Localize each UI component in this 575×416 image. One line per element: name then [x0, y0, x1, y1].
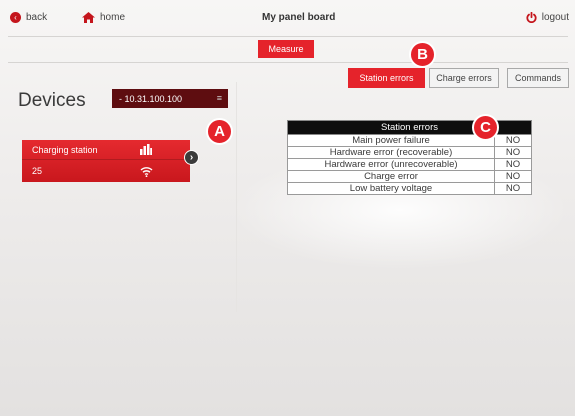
- error-value: NO: [494, 182, 532, 195]
- column-divider: [236, 82, 237, 312]
- error-label: Low battery voltage: [287, 182, 495, 195]
- home-icon: [82, 12, 95, 23]
- error-value: NO: [494, 158, 532, 171]
- logout-link[interactable]: logout: [526, 12, 569, 23]
- tab-commands[interactable]: Commands: [507, 68, 569, 88]
- home-link[interactable]: home: [82, 12, 125, 23]
- wifi-icon: [140, 166, 153, 177]
- error-label: Hardware error (unrecoverable): [287, 158, 495, 171]
- error-value: NO: [494, 146, 532, 159]
- error-label: Main power failure: [287, 134, 495, 147]
- chevron-left-icon: ‹: [10, 12, 21, 23]
- station-card-header: Charging station: [22, 140, 190, 160]
- station-value: 25: [32, 166, 43, 176]
- logout-label: logout: [541, 12, 569, 23]
- error-label: Charge error: [287, 170, 495, 183]
- bar-chart-icon: [140, 144, 152, 155]
- back-link[interactable]: ‹ back: [10, 12, 47, 23]
- page-title: My panel board: [262, 12, 336, 23]
- device-selector[interactable]: - 10.31.100.100 ≡: [112, 89, 228, 108]
- tab-station-errors[interactable]: Station errors: [348, 68, 425, 88]
- home-label: home: [100, 12, 126, 23]
- menu-icon: ≡: [216, 93, 222, 103]
- error-value: NO: [494, 134, 532, 147]
- table-row: Low battery voltage NO: [287, 182, 532, 195]
- top-bar: ‹ back home My panel board logout: [0, 0, 575, 36]
- callout-badge-b: B: [409, 41, 436, 68]
- devices-heading: Devices: [18, 90, 86, 111]
- callout-badge-c: C: [472, 114, 499, 141]
- charging-station-card[interactable]: Charging station 25: [22, 140, 190, 182]
- menu-divider: [8, 62, 568, 63]
- table-row: Charge error NO: [287, 170, 532, 183]
- station-card-detail: 25: [22, 161, 190, 181]
- error-label: Hardware error (recoverable): [287, 146, 495, 159]
- device-selector-value: - 10.31.100.100: [119, 93, 183, 104]
- power-icon: [526, 12, 537, 23]
- measure-button[interactable]: Measure: [258, 40, 314, 58]
- back-label: back: [26, 12, 48, 23]
- table-row: Hardware error (recoverable) NO: [287, 146, 532, 159]
- callout-badge-a: A: [206, 118, 233, 145]
- station-name: Charging station: [32, 144, 98, 155]
- chevron-right-icon[interactable]: ›: [184, 150, 199, 165]
- error-value: NO: [494, 170, 532, 183]
- tab-charge-errors[interactable]: Charge errors: [429, 68, 499, 88]
- header-divider: [8, 36, 568, 37]
- table-row: Hardware error (unrecoverable) NO: [287, 158, 532, 171]
